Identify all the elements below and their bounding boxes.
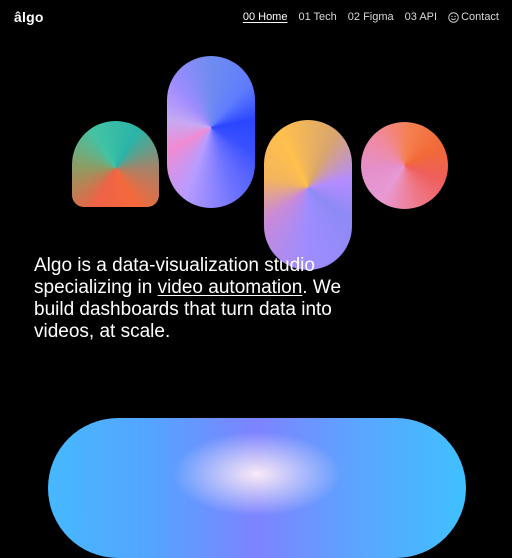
video-automation-link[interactable]: video automation: [158, 277, 303, 298]
nav-item-home[interactable]: 00 Home: [243, 11, 288, 23]
nav-item-contact[interactable]: Contact: [448, 11, 499, 23]
bottom-gradient-shape: [48, 418, 466, 558]
main-nav: 00 Home 01 Tech 02 Figma 03 API Contact: [243, 11, 499, 23]
pill-shape-gold-violet: [264, 120, 352, 270]
circle-shape-pink-orange: [361, 122, 448, 209]
contact-label: Contact: [461, 11, 499, 23]
logo[interactable]: âlgo: [14, 9, 44, 25]
nav-item-api[interactable]: 03 API: [405, 11, 437, 23]
nav-item-tech[interactable]: 01 Tech: [298, 11, 336, 23]
arch-shape-teal-coral: [72, 121, 159, 207]
smile-icon: [448, 11, 459, 23]
nav-item-figma[interactable]: 02 Figma: [348, 11, 394, 23]
pill-shape-blue: [167, 56, 255, 208]
hero-headline: Algo is a data-visualization studio spec…: [34, 255, 364, 343]
